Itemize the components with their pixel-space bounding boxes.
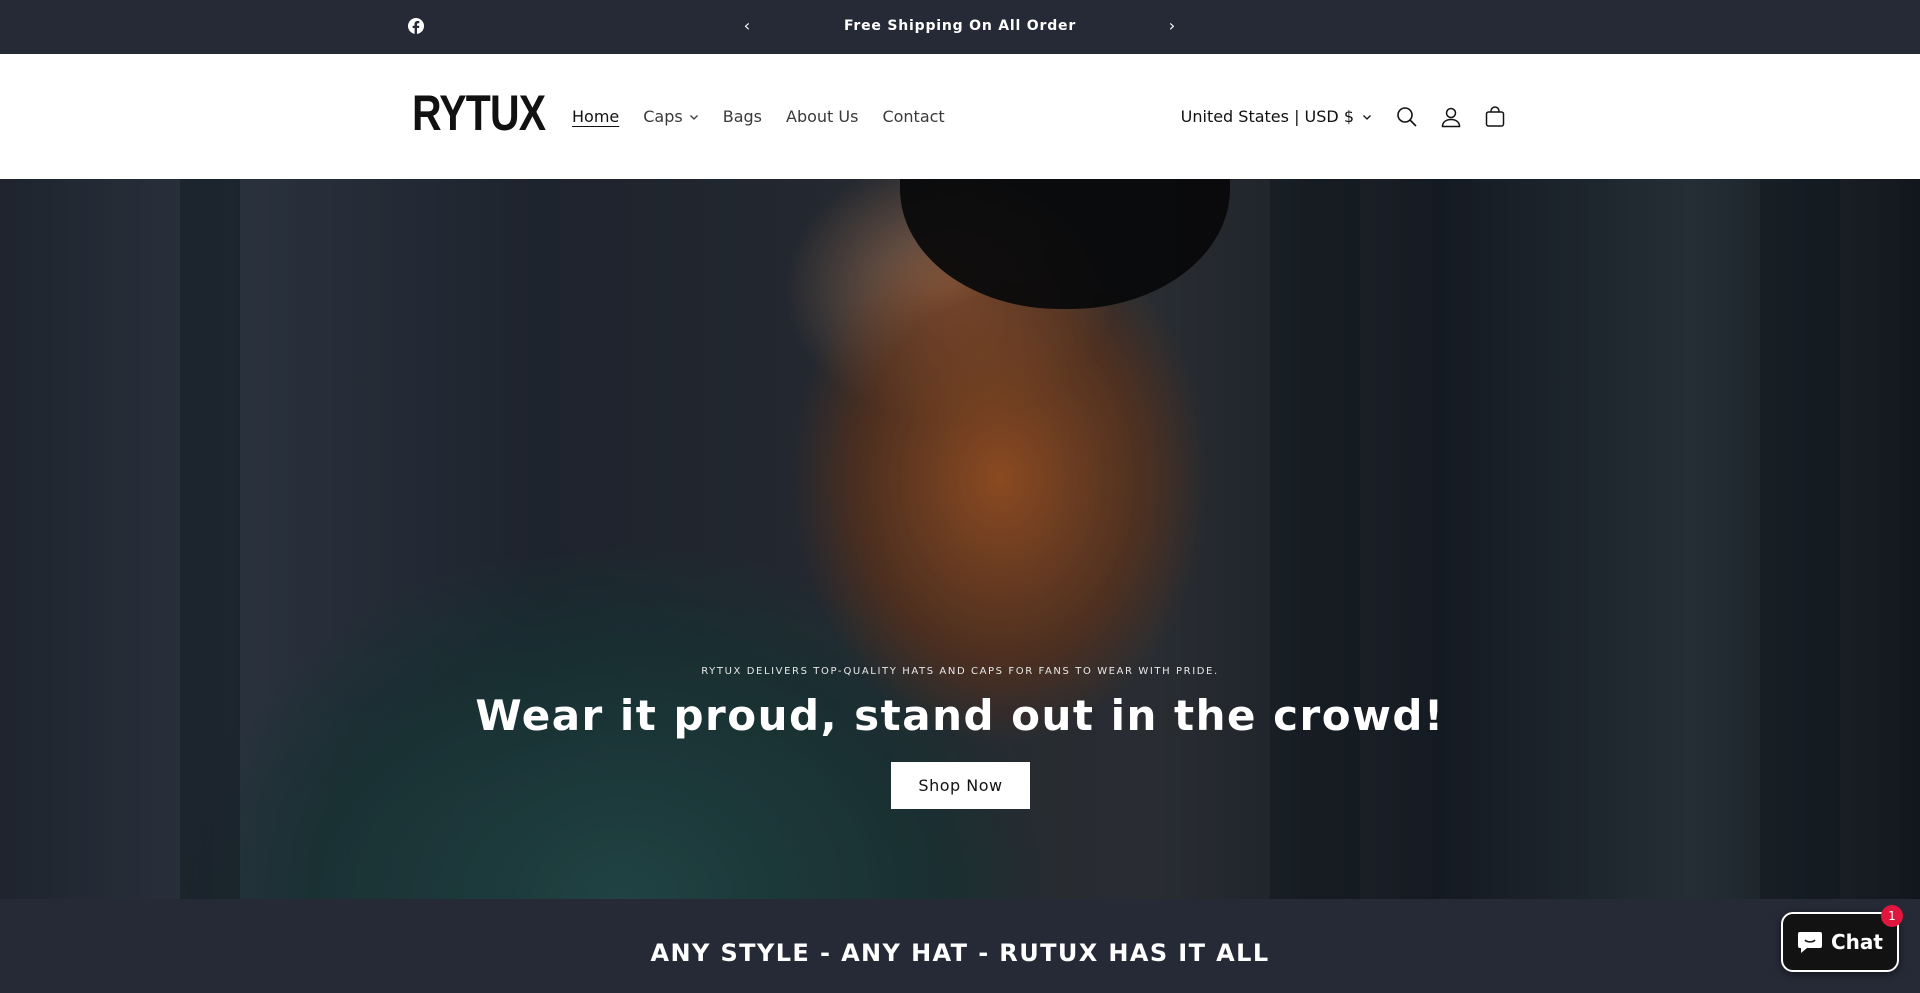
announcement-message: Free Shipping On All Order [843,18,1077,34]
nav-item-label: Contact [882,107,945,126]
cart-button[interactable] [1482,104,1508,130]
hero-heading: Wear it proud, stand out in the crowd! [475,691,1445,740]
nav-item-home[interactable]: Home [560,107,631,126]
announcement-bar: ‹ Free Shipping On All Order › [0,0,1920,54]
header-actions: United States | USD $ [1181,54,1508,179]
locale-selector[interactable]: United States | USD $ [1181,107,1372,126]
facebook-icon[interactable] [408,18,424,34]
nav-item-label: Caps [643,107,683,126]
nav-item-label: About Us [786,107,859,126]
chevron-down-icon [1363,114,1371,120]
announcement-next-button[interactable]: › [1160,14,1184,38]
nav-item-label: Bags [722,107,762,126]
tagline-heading: ANY STYLE - ANY HAT - RUTUX HAS IT ALL [650,939,1270,967]
tagline-band: ANY STYLE - ANY HAT - RUTUX HAS IT ALL [0,899,1920,993]
shop-now-button[interactable]: Shop Now [891,762,1030,809]
chat-label: Chat [1831,930,1883,954]
search-icon [1397,106,1417,127]
chat-notification-badge: 1 [1881,905,1903,927]
search-button[interactable] [1394,104,1420,130]
chat-bubble-icon [1798,932,1822,953]
announcement-prev-button[interactable]: ‹ [735,14,759,38]
main-nav: Home Caps Bags About Us Contact [560,54,957,179]
site-logo[interactable]: RYTUX [412,88,546,138]
account-button[interactable] [1438,104,1464,130]
nav-item-label: Home [572,107,620,126]
nav-item-bags[interactable]: Bags [711,107,774,126]
hero-subheading: RYTUX DELIVERS TOP-QUALITY HATS AND CAPS… [701,666,1219,677]
nav-item-about-us[interactable]: About Us [774,107,870,126]
cart-icon [1485,105,1505,127]
locale-label: United States | USD $ [1180,107,1354,126]
account-icon [1441,107,1461,127]
nav-item-caps[interactable]: Caps [631,107,710,126]
nav-item-contact[interactable]: Contact [870,107,956,126]
site-header: RYTUX Home Caps Bags About Us Contact Un… [0,54,1920,179]
chevron-down-icon [689,114,698,120]
hero-banner: RYTUX DELIVERS TOP-QUALITY HATS AND CAPS… [0,179,1920,899]
